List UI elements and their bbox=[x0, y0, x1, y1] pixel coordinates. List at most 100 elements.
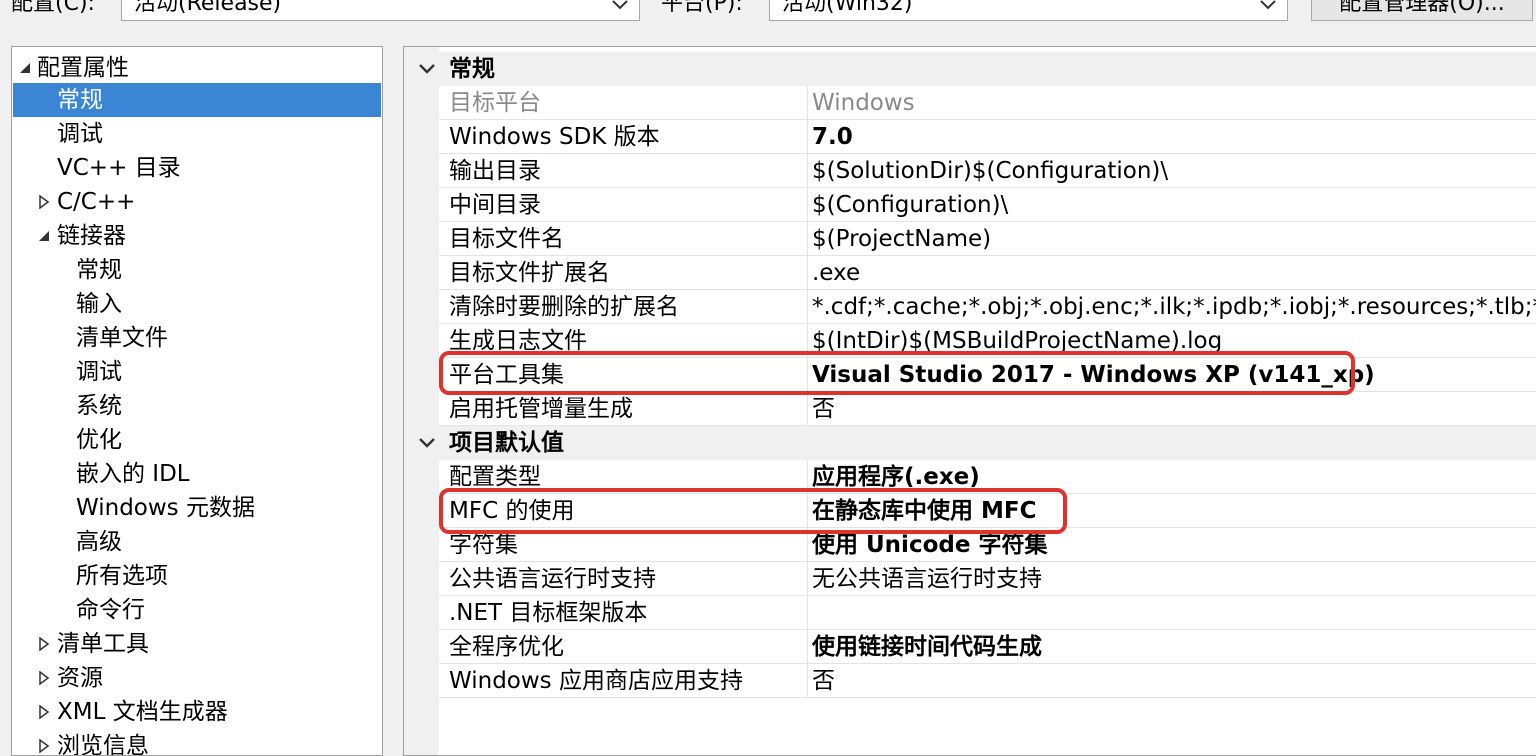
property-row-output-directory[interactable]: 输出目录 $(SolutionDir)$(Configuration)\ bbox=[439, 154, 1536, 188]
column-divider bbox=[807, 528, 808, 561]
column-divider bbox=[807, 562, 808, 595]
property-row-target-platform[interactable]: 目标平台 Windows bbox=[439, 86, 1536, 120]
property-value: 否 bbox=[812, 668, 835, 694]
property-name: 公共语言运行时支持 bbox=[449, 566, 656, 592]
tree-item-label: 清单工具 bbox=[57, 631, 149, 657]
platform-dropdown[interactable]: 活动(Win32) bbox=[769, 0, 1288, 21]
tree-item-label: 资源 bbox=[57, 665, 103, 691]
property-value: $(IntDir)$(MSBuildProjectName).log bbox=[812, 328, 1223, 354]
column-divider bbox=[807, 460, 808, 493]
tree-item-linker-all-options[interactable]: 所有选项 bbox=[13, 559, 381, 593]
property-row-target-extension[interactable]: 目标文件扩展名 .exe bbox=[439, 256, 1536, 290]
tree-item-debugging[interactable]: 调试 bbox=[13, 117, 381, 151]
configuration-manager-button[interactable]: 配置管理器(O)... bbox=[1311, 0, 1533, 21]
tree-item-label: Windows 元数据 bbox=[76, 495, 255, 521]
tree-item-label: 清单文件 bbox=[76, 325, 168, 351]
column-divider bbox=[807, 188, 808, 221]
property-row-store-app-support[interactable]: Windows 应用商店应用支持 否 bbox=[439, 664, 1536, 698]
tree-item-linker-manifest[interactable]: 清单文件 bbox=[13, 321, 381, 355]
property-name: 字符集 bbox=[449, 532, 518, 558]
collapsed-triangle-icon bbox=[39, 637, 50, 651]
property-value: *.cdf;*.cache;*.obj;*.obj.enc;*.ilk;*.ip… bbox=[812, 294, 1536, 320]
collapsed-triangle-icon bbox=[39, 671, 50, 685]
tree-item-label: 调试 bbox=[57, 121, 103, 147]
tree-item-label: 嵌入的 IDL bbox=[76, 461, 190, 487]
property-row-build-log-file[interactable]: 生成日志文件 $(IntDir)$(MSBuildProjectName).lo… bbox=[439, 324, 1536, 358]
property-value: Visual Studio 2017 - Windows XP (v141_xp… bbox=[812, 362, 1375, 388]
property-name: 中间目录 bbox=[449, 192, 541, 218]
tree-item-linker-command-line[interactable]: 命令行 bbox=[13, 593, 381, 627]
property-grid: 常规 目标平台 Windows Windows SDK 版本 7.0 输出目录 … bbox=[403, 46, 1536, 756]
property-row-use-of-mfc[interactable]: MFC 的使用 在静态库中使用 MFC bbox=[439, 494, 1536, 528]
property-name: 配置类型 bbox=[449, 464, 541, 490]
property-row-managed-incremental-build[interactable]: 启用托管增量生成 否 bbox=[439, 392, 1536, 426]
tree-item-label: 优化 bbox=[76, 427, 122, 453]
tree-item-label: VC++ 目录 bbox=[57, 155, 181, 181]
column-divider bbox=[807, 664, 808, 697]
tree-item-vc-directories[interactable]: VC++ 目录 bbox=[13, 151, 381, 185]
column-divider bbox=[807, 596, 808, 629]
tree-item-general[interactable]: 常规 bbox=[13, 83, 381, 117]
column-divider bbox=[807, 120, 808, 153]
tree-item-label: 系统 bbox=[76, 393, 122, 419]
configuration-toolbar: 配置(C): 活动(Release) 平台(P): 活动(Win32) 配置管理… bbox=[0, 0, 1536, 32]
platform-label: 平台(P): bbox=[661, 0, 743, 16]
property-row-clr-support[interactable]: 公共语言运行时支持 无公共语言运行时支持 bbox=[439, 562, 1536, 596]
property-name: 启用托管增量生成 bbox=[449, 396, 633, 422]
tree-item-label: 配置属性 bbox=[37, 55, 129, 81]
property-value: 应用程序(.exe) bbox=[812, 464, 980, 490]
property-value: 否 bbox=[812, 396, 835, 422]
category-project-defaults[interactable]: 项目默认值 bbox=[404, 426, 1536, 460]
property-row-whole-program-optimization[interactable]: 全程序优化 使用链接时间代码生成 bbox=[439, 630, 1536, 664]
tree-item-linker-input[interactable]: 输入 bbox=[13, 287, 381, 321]
tree-item-label: 所有选项 bbox=[76, 563, 168, 589]
tree-item-linker-general[interactable]: 常规 bbox=[13, 253, 381, 287]
config-dropdown[interactable]: 活动(Release) bbox=[121, 0, 640, 21]
chevron-down-icon bbox=[1260, 0, 1276, 10]
property-row-windows-sdk-version[interactable]: Windows SDK 版本 7.0 bbox=[439, 120, 1536, 154]
property-tree: 配置属性 常规 调试 VC++ 目录 C/C++ 链接器 常规 输入 清单文件 … bbox=[11, 46, 383, 756]
property-row-dotnet-target-framework[interactable]: .NET 目标框架版本 bbox=[439, 596, 1536, 630]
category-general[interactable]: 常规 bbox=[404, 52, 1536, 86]
property-row-configuration-type[interactable]: 配置类型 应用程序(.exe) bbox=[439, 460, 1536, 494]
property-row-character-set[interactable]: 字符集 使用 Unicode 字符集 bbox=[439, 528, 1536, 562]
tree-item-linker-windows-metadata[interactable]: Windows 元数据 bbox=[13, 491, 381, 525]
collapsed-triangle-icon bbox=[39, 705, 50, 719]
column-divider bbox=[807, 86, 808, 119]
tree-item-linker-debugging[interactable]: 调试 bbox=[13, 355, 381, 389]
tree-item-label: 链接器 bbox=[57, 223, 126, 249]
column-divider bbox=[807, 358, 808, 391]
tree-item-linker-embedded-idl[interactable]: 嵌入的 IDL bbox=[13, 457, 381, 491]
column-divider bbox=[807, 494, 808, 527]
tree-item-manifest-tool[interactable]: 清单工具 bbox=[13, 627, 381, 661]
tree-item-browse-information[interactable]: 浏览信息 bbox=[13, 729, 381, 756]
property-name: 生成日志文件 bbox=[449, 328, 587, 354]
property-value: 使用链接时间代码生成 bbox=[812, 634, 1042, 660]
property-row-intermediate-directory[interactable]: 中间目录 $(Configuration)\ bbox=[439, 188, 1536, 222]
column-divider bbox=[807, 324, 808, 357]
tree-item-linker[interactable]: 链接器 bbox=[13, 219, 381, 253]
property-value: 7.0 bbox=[812, 124, 853, 150]
property-name: .NET 目标框架版本 bbox=[449, 600, 648, 626]
property-name: 平台工具集 bbox=[449, 362, 564, 388]
property-name: 输出目录 bbox=[449, 158, 541, 184]
tree-item-linker-advanced[interactable]: 高级 bbox=[13, 525, 381, 559]
tree-item-linker-system[interactable]: 系统 bbox=[13, 389, 381, 423]
column-divider bbox=[807, 290, 808, 323]
chevron-down-icon bbox=[419, 438, 435, 448]
property-row-clean-extensions[interactable]: 清除时要删除的扩展名 *.cdf;*.cache;*.obj;*.obj.enc… bbox=[439, 290, 1536, 324]
property-value: $(Configuration)\ bbox=[812, 192, 1009, 218]
property-value: 无公共语言运行时支持 bbox=[812, 566, 1042, 592]
tree-item-linker-optimization[interactable]: 优化 bbox=[13, 423, 381, 457]
property-row-platform-toolset[interactable]: 平台工具集 Visual Studio 2017 - Windows XP (v… bbox=[439, 358, 1536, 392]
tree-item-resources[interactable]: 资源 bbox=[13, 661, 381, 695]
column-divider bbox=[807, 256, 808, 289]
property-value: $(ProjectName) bbox=[812, 226, 992, 252]
tree-item-xml-doc-generator[interactable]: XML 文档生成器 bbox=[13, 695, 381, 729]
tree-item-config-properties[interactable]: 配置属性 bbox=[13, 51, 381, 85]
property-row-target-name[interactable]: 目标文件名 $(ProjectName) bbox=[439, 222, 1536, 256]
tree-item-label: 浏览信息 bbox=[57, 733, 149, 756]
property-value: .exe bbox=[812, 260, 861, 286]
tree-item-label: XML 文档生成器 bbox=[57, 699, 228, 725]
tree-item-c-cpp[interactable]: C/C++ bbox=[13, 185, 381, 219]
